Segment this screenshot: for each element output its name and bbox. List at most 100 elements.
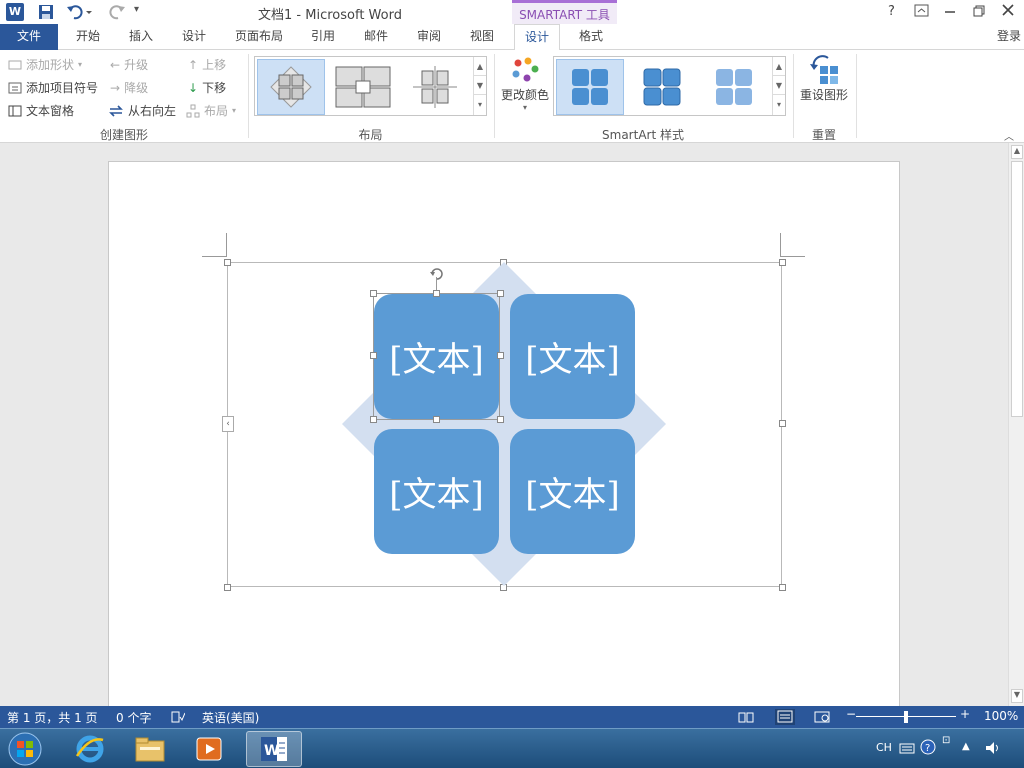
text-pane-button[interactable]: 文本窗格 bbox=[8, 102, 74, 119]
scroll-thumb[interactable] bbox=[1011, 161, 1023, 417]
style-option-gradient[interactable] bbox=[700, 59, 768, 115]
crop-mark bbox=[226, 233, 227, 257]
tab-insert[interactable]: 插入 bbox=[119, 24, 163, 50]
gallery-more-icon[interactable]: ▾ bbox=[773, 95, 785, 114]
zoom-slider-thumb[interactable] bbox=[904, 711, 908, 723]
add-bullet-button[interactable]: 添加项目符号 bbox=[8, 79, 98, 96]
media-player-icon[interactable] bbox=[182, 731, 238, 767]
shape-resize-handle[interactable] bbox=[433, 416, 440, 423]
file-explorer-icon[interactable] bbox=[122, 731, 178, 767]
ime-indicator[interactable]: CH bbox=[876, 741, 892, 754]
internet-explorer-icon[interactable] bbox=[62, 731, 118, 767]
layout-option-cross[interactable] bbox=[401, 59, 469, 115]
word-taskbar-button[interactable]: W bbox=[246, 731, 302, 767]
style-thumbnail-icon bbox=[572, 69, 608, 105]
scroll-down-icon[interactable]: ▼ bbox=[1011, 689, 1023, 703]
start-button-icon[interactable] bbox=[0, 731, 50, 767]
shape-resize-handle[interactable] bbox=[497, 290, 504, 297]
reset-graphic-label: 重设图形 bbox=[799, 88, 848, 102]
style-option-outlined[interactable] bbox=[628, 59, 696, 115]
collapse-ribbon-icon[interactable]: ︿ bbox=[1004, 128, 1014, 143]
scroll-down-icon[interactable]: ▼ bbox=[773, 76, 785, 95]
web-layout-icon[interactable] bbox=[814, 711, 830, 723]
tab-view[interactable]: 视图 bbox=[460, 24, 504, 50]
text-pane-toggle-icon[interactable]: ‹ bbox=[222, 416, 234, 432]
gallery-more-icon[interactable]: ▾ bbox=[474, 95, 486, 114]
change-colors-button[interactable]: 更改颜色 ▾ bbox=[500, 56, 550, 122]
layout-gallery-scroll[interactable]: ▲ ▼ ▾ bbox=[473, 57, 486, 115]
layout-option-diamond[interactable] bbox=[257, 59, 325, 115]
styles-gallery-scroll[interactable]: ▲ ▼ ▾ bbox=[772, 57, 785, 115]
layout-label: 布局 bbox=[204, 104, 229, 118]
ribbon-display-options-icon[interactable] bbox=[914, 4, 930, 18]
reset-graphic-button[interactable]: 重设图形 bbox=[798, 54, 850, 110]
shape-resize-handle[interactable] bbox=[370, 290, 377, 297]
restore-icon[interactable] bbox=[972, 4, 986, 18]
move-up-label: 上移 bbox=[202, 58, 227, 72]
word-count[interactable]: 0 个字 bbox=[116, 709, 151, 726]
tab-home[interactable]: 开始 bbox=[66, 24, 110, 50]
page-count[interactable]: 第 1 页，共 1 页 bbox=[7, 709, 98, 726]
keyboard-icon[interactable] bbox=[899, 741, 915, 755]
layout-thumbnail-icon bbox=[270, 66, 312, 108]
read-mode-icon[interactable] bbox=[738, 711, 754, 723]
right-to-left-button[interactable]: 从右向左 bbox=[108, 102, 176, 119]
volume-icon[interactable] bbox=[984, 740, 1002, 756]
layout-option-grid[interactable] bbox=[329, 59, 397, 115]
scroll-up-icon[interactable]: ▲ bbox=[1011, 145, 1023, 159]
resize-handle[interactable] bbox=[779, 420, 786, 427]
tab-mailings[interactable]: 邮件 bbox=[354, 24, 398, 50]
smartart-text-box[interactable]: [文本] bbox=[510, 294, 635, 419]
tab-review[interactable]: 审阅 bbox=[407, 24, 451, 50]
shape-resize-handle[interactable] bbox=[370, 352, 377, 359]
help-button[interactable]: ? bbox=[888, 4, 895, 19]
right-to-left-icon bbox=[109, 104, 123, 117]
smartart-text-box[interactable]: [文本] bbox=[510, 429, 635, 554]
tab-references[interactable]: 引用 bbox=[301, 24, 345, 50]
smartart-styles-gallery[interactable]: ▲ ▼ ▾ bbox=[553, 56, 786, 116]
zoom-in-icon[interactable]: + bbox=[960, 707, 970, 721]
move-down-button[interactable]: ↓ 下移 bbox=[188, 79, 226, 96]
login-link[interactable]: 登录 bbox=[994, 24, 1024, 50]
proofing-icon[interactable] bbox=[171, 711, 185, 723]
layout-gallery[interactable]: ▲ ▼ ▾ bbox=[254, 56, 487, 116]
add-bullet-label: 添加项目符号 bbox=[26, 81, 99, 95]
vertical-scrollbar[interactable]: ▲ ▼ bbox=[1008, 143, 1024, 706]
minimize-icon[interactable] bbox=[943, 4, 957, 18]
style-option-flat[interactable] bbox=[556, 59, 624, 115]
tab-smartart-design[interactable]: 设计 bbox=[514, 24, 560, 51]
rotate-handle-icon[interactable] bbox=[429, 266, 444, 281]
resize-handle[interactable] bbox=[779, 584, 786, 591]
language-indicator[interactable]: 英语(美国) bbox=[202, 709, 259, 726]
close-icon[interactable] bbox=[1001, 3, 1015, 17]
promote-button[interactable]: ← 升级 bbox=[110, 56, 148, 73]
print-layout-icon[interactable] bbox=[775, 709, 795, 725]
scroll-down-icon[interactable]: ▼ bbox=[474, 76, 486, 95]
add-shape-button[interactable]: 添加形状 ▾ bbox=[8, 56, 82, 73]
smartart-tools-label: SMARTART 工具 bbox=[512, 0, 617, 24]
resize-handle[interactable] bbox=[779, 259, 786, 266]
scroll-up-icon[interactable]: ▲ bbox=[773, 57, 785, 76]
shape-resize-handle[interactable] bbox=[433, 290, 440, 297]
help-circle-icon[interactable]: ? bbox=[920, 739, 936, 755]
zoom-out-icon[interactable]: − bbox=[846, 707, 856, 721]
move-up-button[interactable]: ↑ 上移 bbox=[188, 56, 226, 73]
resize-handle[interactable] bbox=[224, 259, 231, 266]
resize-handle[interactable] bbox=[224, 584, 231, 591]
layout-button[interactable]: 布局 ▾ bbox=[186, 102, 236, 119]
ime-settings-icon[interactable]: ⊡ bbox=[942, 735, 950, 746]
tab-file[interactable]: 文件 bbox=[0, 24, 58, 50]
zoom-level[interactable]: 100% bbox=[984, 709, 1018, 723]
tab-design[interactable]: 设计 bbox=[172, 24, 216, 50]
layout-thumbnail-icon bbox=[335, 66, 391, 108]
shape-resize-handle[interactable] bbox=[497, 352, 504, 359]
tab-page-layout[interactable]: 页面布局 bbox=[226, 24, 292, 50]
smartart-text-box[interactable]: [文本] bbox=[374, 429, 499, 554]
shape-resize-handle[interactable] bbox=[497, 416, 504, 423]
show-hidden-icons-icon[interactable]: ▲ bbox=[962, 741, 970, 752]
demote-button[interactable]: → 降级 bbox=[110, 79, 148, 96]
scroll-up-icon[interactable]: ▲ bbox=[474, 57, 486, 76]
shape-resize-handle[interactable] bbox=[370, 416, 377, 423]
tab-smartart-format[interactable]: 格式 bbox=[568, 24, 614, 50]
ribbon: 添加形状 ▾ 添加项目符号 文本窗格 ← 升级 → 降级 从右向左 ↑ 上移 ↓ … bbox=[0, 50, 1024, 143]
